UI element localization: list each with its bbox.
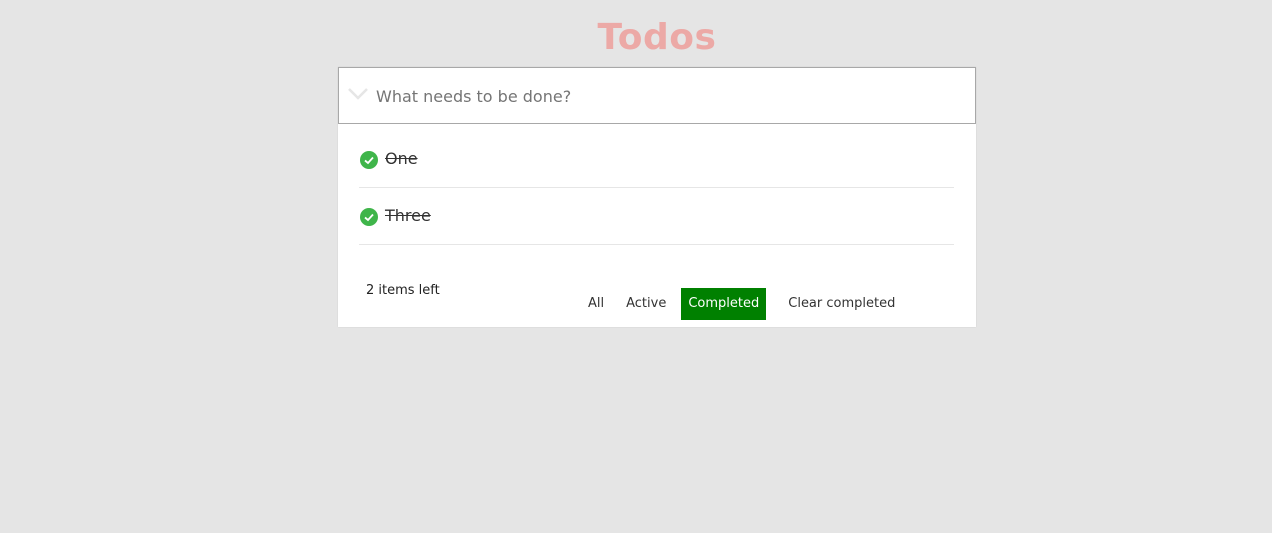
todo-list: One Three (359, 131, 954, 245)
chevron-down-icon[interactable] (347, 86, 369, 102)
todo-item: Three (359, 188, 954, 245)
new-todo-header (338, 67, 976, 124)
filter-active[interactable]: Active (619, 288, 673, 320)
items-left-count: 2 items left (366, 283, 440, 298)
clear-completed-button[interactable]: Clear completed (781, 288, 902, 320)
todo-item: One (359, 131, 954, 188)
todo-label[interactable]: Three (385, 205, 431, 227)
check-circle-icon[interactable] (360, 151, 378, 169)
todo-label[interactable]: One (385, 148, 418, 170)
filter-all[interactable]: All (581, 288, 611, 320)
todo-card: One Three 2 items left All Active Comple… (338, 67, 976, 327)
new-todo-input[interactable] (376, 80, 956, 112)
filters: All Active Completed Clear completed (581, 288, 902, 320)
app-title: Todos (597, 17, 717, 58)
check-circle-icon[interactable] (360, 208, 378, 226)
filter-completed[interactable]: Completed (681, 288, 767, 320)
